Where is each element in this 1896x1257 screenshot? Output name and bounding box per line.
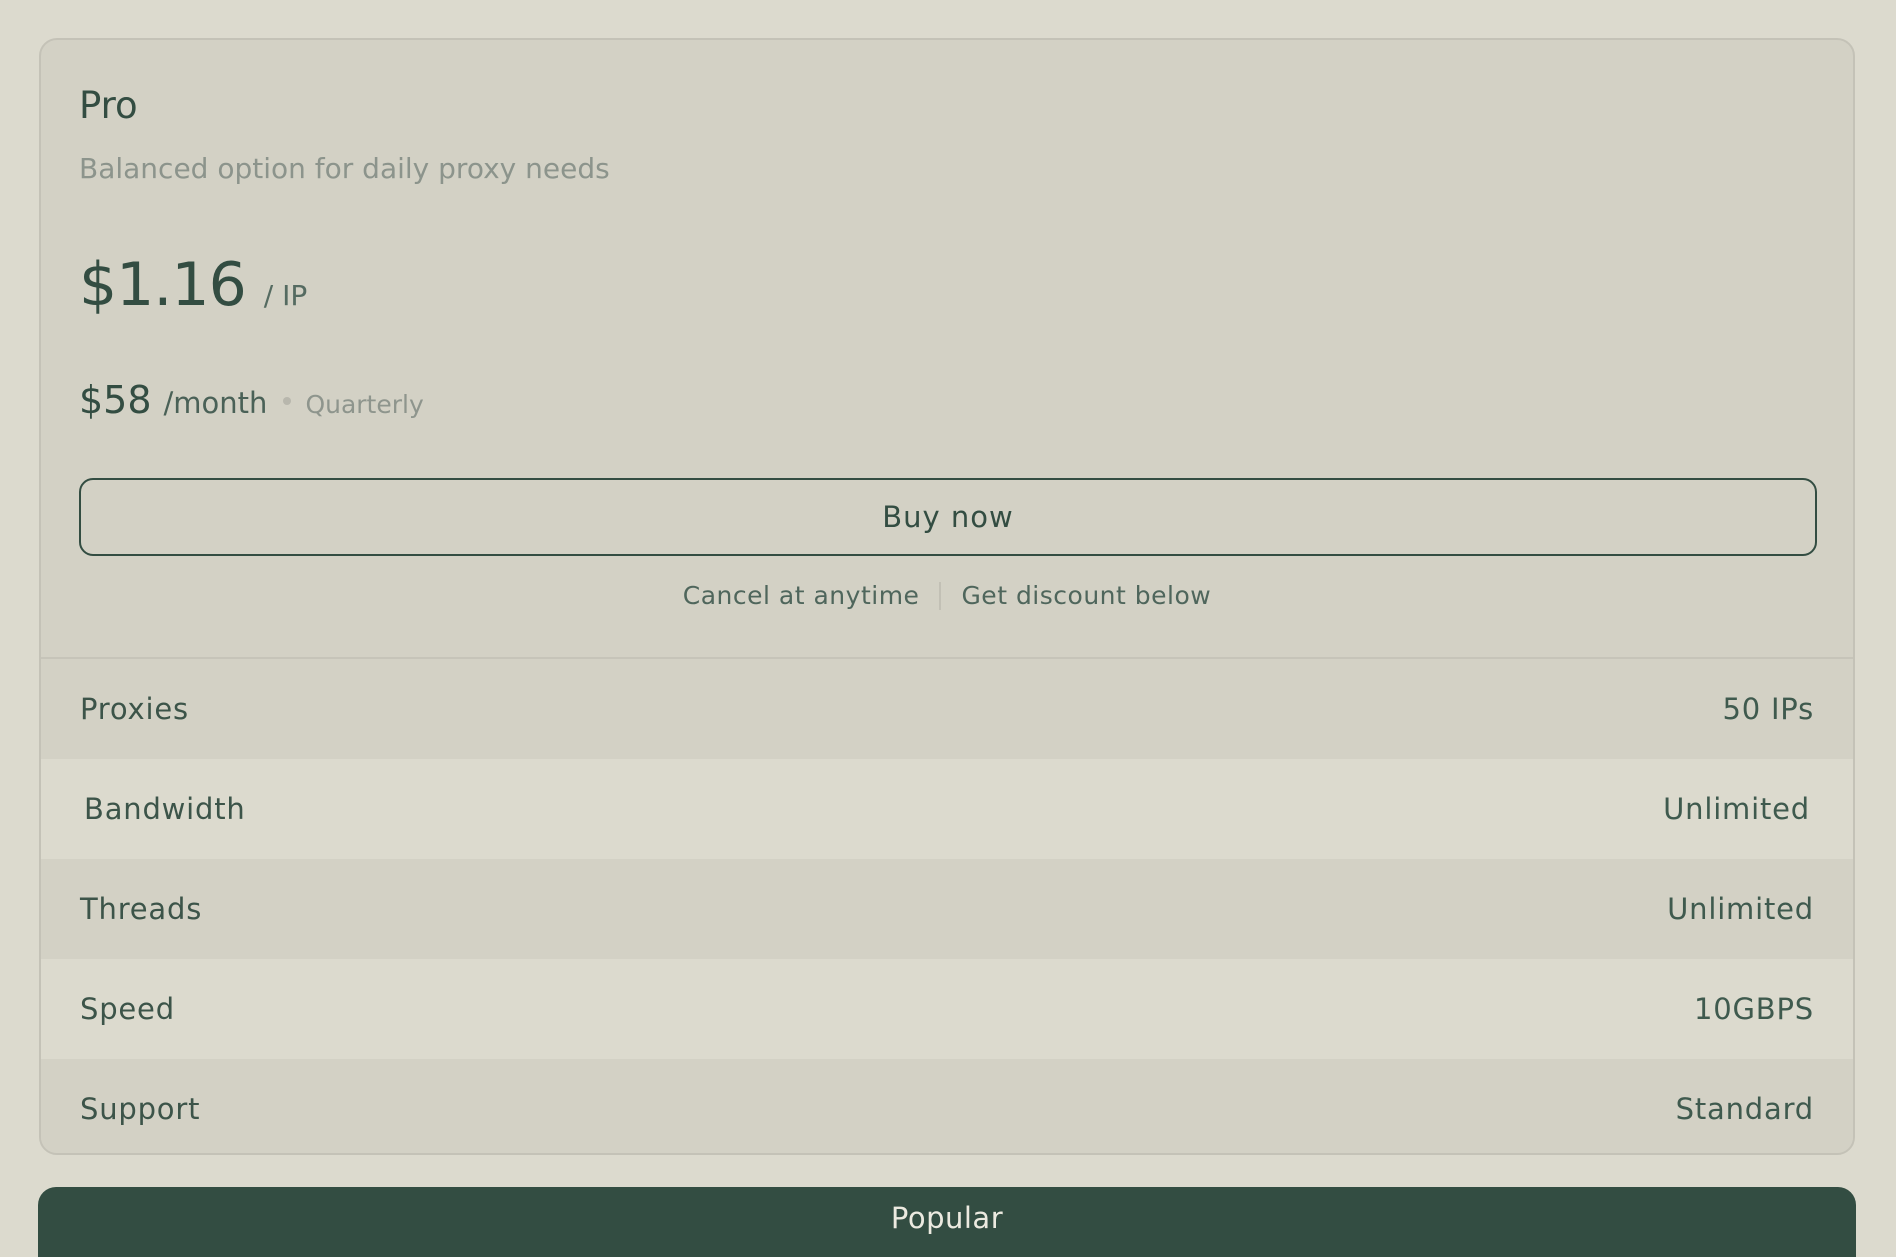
monthly-price-unit: /month [163, 386, 268, 420]
purchase-notes: Cancel at anytime Get discount below [41, 581, 1853, 610]
feature-list: Proxies 50 IPs Bandwidth Unlimited Threa… [41, 659, 1853, 1153]
pricing-card-pro: Pro Balanced option for daily proxy need… [39, 38, 1855, 1155]
separator-dot [283, 397, 292, 405]
pricing-card-header: Pro Balanced option for daily proxy need… [41, 40, 1853, 659]
billing-period: Quarterly [305, 390, 424, 419]
feature-value: Unlimited [1663, 792, 1810, 826]
monthly-price: $58 /month Quarterly [79, 378, 424, 422]
monthly-price-value: $58 [79, 378, 152, 422]
price-value: $1.16 [79, 250, 247, 320]
feature-label: Proxies [80, 692, 189, 726]
notes-divider [939, 581, 942, 610]
cancel-note: Cancel at anytime [682, 581, 920, 610]
feature-label: Bandwidth [84, 792, 246, 826]
feature-label: Support [80, 1092, 201, 1126]
feature-value: Unlimited [1667, 892, 1814, 926]
feature-value: 50 IPs [1722, 692, 1814, 726]
feature-value: 10GBPS [1694, 992, 1814, 1026]
feature-row-threads: Threads Unlimited [41, 859, 1853, 959]
feature-row-proxies: Proxies 50 IPs [41, 659, 1853, 759]
feature-row-bandwidth: Bandwidth Unlimited [41, 759, 1853, 859]
discount-note: Get discount below [961, 581, 1212, 610]
price-per-ip: $1.16 / IP [79, 250, 307, 320]
plan-name: Pro [79, 84, 138, 127]
feature-row-support: Support Standard [41, 1059, 1853, 1153]
price-unit: / IP [263, 279, 308, 312]
buy-now-button[interactable]: Buy now [79, 478, 1817, 556]
feature-label: Speed [80, 992, 175, 1026]
feature-value: Standard [1675, 1092, 1814, 1126]
feature-label: Threads [80, 892, 203, 926]
popular-badge: Popular [38, 1187, 1856, 1257]
feature-row-speed: Speed 10GBPS [41, 959, 1853, 1059]
plan-description: Balanced option for daily proxy needs [79, 152, 610, 185]
